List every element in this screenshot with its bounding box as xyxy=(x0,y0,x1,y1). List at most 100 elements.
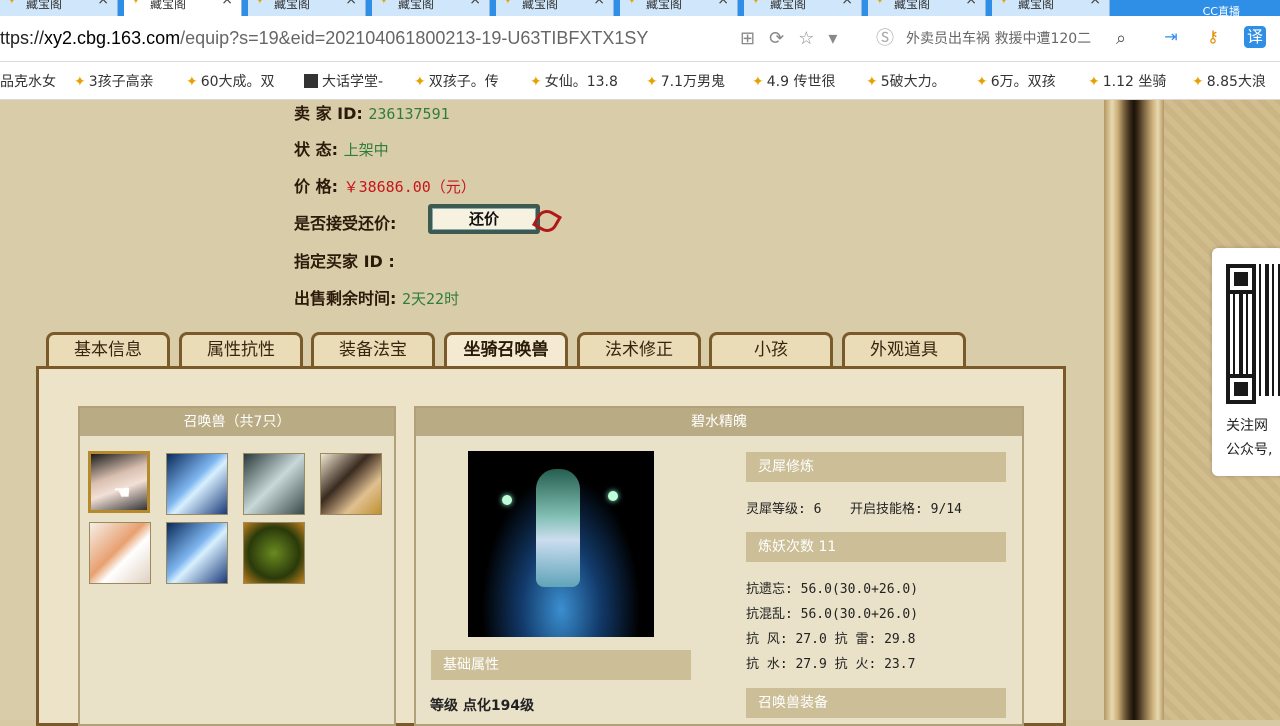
favicon-icon: ✦ xyxy=(74,74,86,90)
favicon-icon: ✦ xyxy=(646,74,658,90)
seller-row: 卖 家 ID: 236137591 xyxy=(294,104,450,123)
favicon-icon: ✦ xyxy=(1192,74,1204,90)
favicon-icon: ✦ xyxy=(378,0,390,8)
pet-thumbnail[interactable] xyxy=(166,453,228,515)
content-area: 卖 家 ID: 236137591 状 态: 上架中 价 格: ￥38686.0… xyxy=(0,100,1106,726)
pet-thumbnail[interactable]: ☚ xyxy=(88,451,150,513)
browser-tab[interactable]: ✦ 藏宝阁 × xyxy=(248,0,366,16)
tab-children[interactable]: 小孩 xyxy=(709,332,833,366)
grid-icon[interactable]: ⊞ xyxy=(740,28,755,49)
status-row: 状 态: 上架中 xyxy=(294,140,389,159)
close-tab-icon[interactable]: × xyxy=(469,0,481,7)
page: 卖 家 ID: 236137591 状 态: 上架中 价 格: ￥38686.0… xyxy=(0,100,1280,726)
favicon-icon: ✦ xyxy=(998,0,1010,8)
close-tab-icon[interactable]: × xyxy=(1089,0,1101,7)
refine-section-title: 炼妖次数 11 xyxy=(746,532,1006,562)
browser-tab-active[interactable]: ✦ 藏宝阁 × xyxy=(124,0,242,16)
browser-tab[interactable]: ✦ 藏宝阁 × xyxy=(496,0,614,16)
bookmark-item[interactable]: ✦ 4.9 传世很 xyxy=(752,71,835,91)
qr-code xyxy=(1226,264,1280,404)
favicon-icon: ✦ xyxy=(130,0,142,8)
counter-offer-button[interactable]: 还价 xyxy=(428,204,540,234)
pet-equipment-title: 召唤兽装备 xyxy=(746,688,1006,718)
browser-tab[interactable]: ✦ 藏宝阁 × xyxy=(620,0,738,16)
bookmark-item[interactable]: 大话学堂- xyxy=(304,71,383,91)
browser-tab[interactable]: ✦ 藏宝阁 × xyxy=(868,0,986,16)
lingxi-section-title: 灵犀修炼 xyxy=(746,452,1006,482)
corner-label: CC直播 xyxy=(1110,0,1280,16)
bookmark-item[interactable]: ✦ 女仙。13.8 xyxy=(530,71,618,91)
refresh-icon[interactable]: ⟳ xyxy=(769,28,784,49)
search-input[interactable]: Ⓢ 外卖员出车祸 救援中遭120二 xyxy=(870,25,1140,53)
favicon-icon: ✦ xyxy=(866,74,878,90)
favicon-icon: ✦ xyxy=(750,0,762,8)
bookmarks-bar: 品克水女 ✦ 3孩子高亲 ✦ 60大成。双 大话学堂- ✦ 双孩子。传 ✦ 女仙。13.… xyxy=(0,62,1280,100)
bookmark-item[interactable]: ✦ 60大成。双 xyxy=(186,71,275,91)
chevron-down-icon[interactable]: ▾ xyxy=(828,28,837,49)
close-tab-icon[interactable]: × xyxy=(965,0,977,7)
bookmark-item[interactable]: ✦ 5破大力。 xyxy=(866,71,946,91)
browser-tab[interactable]: ✦ 藏宝阁 × xyxy=(744,0,862,16)
pet-thumbnail[interactable] xyxy=(89,522,151,584)
pets-list-title: 召唤兽（共7只） xyxy=(80,408,394,436)
bookmark-item[interactable]: ✦ 6万。双孩 xyxy=(976,71,1056,91)
site-icon xyxy=(304,74,318,88)
favicon-icon: ✦ xyxy=(530,74,542,90)
stat-line: 抗遗忘: 56.0(30.0+26.0) xyxy=(746,582,919,597)
pet-thumbnail[interactable] xyxy=(243,453,305,515)
bookmark-item[interactable]: ✦ 1.12 坐骑 xyxy=(1088,71,1166,91)
bookmark-item[interactable]: ✦ 3孩子高亲 xyxy=(74,71,154,91)
pet-level: 等级 点化194级 xyxy=(430,698,535,714)
address-icons: ⊞ ⟳ ☆ ▾ xyxy=(740,28,837,49)
close-tab-icon[interactable]: × xyxy=(345,0,357,7)
lingxi-level: 灵犀等级: 6 xyxy=(746,502,822,517)
basic-attrs-title: 基础属性 xyxy=(431,650,691,680)
counter-offer-row: 是否接受还价: xyxy=(294,214,397,233)
tab-basic-info[interactable]: 基本信息 xyxy=(46,332,170,366)
search-engine-icon: Ⓢ xyxy=(876,28,894,49)
favicon-icon: ✦ xyxy=(626,0,638,8)
close-tab-icon[interactable]: × xyxy=(221,0,233,7)
browser-tab[interactable]: ✦ 藏宝阁 × xyxy=(992,0,1110,16)
url-field[interactable]: ttps://xy2.cbg.163.com/equip?s=19&eid=20… xyxy=(0,28,648,49)
pet-name-title: 碧水精魄 xyxy=(416,408,1022,436)
browser-tab[interactable]: ✦ 藏宝阁 × xyxy=(372,0,490,16)
close-tab-icon[interactable]: × xyxy=(97,0,109,7)
tab-appearance[interactable]: 外观道具 xyxy=(842,332,966,366)
favicon-icon: ✦ xyxy=(502,0,514,8)
close-tab-icon[interactable]: × xyxy=(841,0,853,7)
key-icon[interactable]: ⚷ xyxy=(1202,26,1224,48)
qr-caption: 关注网 公众号, xyxy=(1226,418,1273,458)
bookmark-item[interactable]: 品克水女 xyxy=(0,71,56,91)
favicon-icon: ✦ xyxy=(752,74,764,90)
extension-icon[interactable]: 译 xyxy=(1244,26,1266,48)
favicon-icon: ✦ xyxy=(6,0,18,8)
favicon-icon: ✦ xyxy=(186,74,198,90)
favicon-icon: ✦ xyxy=(414,74,426,90)
tab-attributes[interactable]: 属性抗性 xyxy=(179,332,303,366)
search-icon[interactable]: ⌕ xyxy=(1116,28,1126,49)
time-left-row: 出售剩余时间: 2天22时 xyxy=(294,289,460,308)
pet-thumbnail[interactable] xyxy=(320,453,382,515)
bookmark-item[interactable]: ✦ 7.1万男鬼 xyxy=(646,71,725,91)
browser-tab[interactable]: ✦ 藏宝阁 × xyxy=(0,0,118,16)
star-icon[interactable]: ☆ xyxy=(798,28,814,49)
stat-line: 抗混乱: 56.0(30.0+26.0) xyxy=(746,607,919,622)
close-tab-icon[interactable]: × xyxy=(593,0,605,7)
favicon-icon: ✦ xyxy=(874,0,886,8)
qr-card: 关注网 公众号, xyxy=(1212,248,1280,476)
address-bar: ttps://xy2.cbg.163.com/equip?s=19&eid=20… xyxy=(0,16,1280,62)
tab-mounts-pets[interactable]: 坐骑召唤兽 xyxy=(444,332,568,366)
pet-portrait xyxy=(468,451,654,637)
favicon-icon: ✦ xyxy=(1088,74,1100,90)
hand-cursor-icon: ☚ xyxy=(113,480,131,504)
tab-equipment[interactable]: 装备法宝 xyxy=(311,332,435,366)
pet-thumbnail[interactable] xyxy=(166,522,228,584)
pet-thumbnail[interactable] xyxy=(243,522,305,584)
close-tab-icon[interactable]: × xyxy=(717,0,729,7)
tab-spell-mods[interactable]: 法术修正 xyxy=(577,332,701,366)
login-icon[interactable]: ⇥ xyxy=(1160,26,1182,48)
bookmark-item[interactable]: ✦ 8.85大浪 xyxy=(1192,71,1266,91)
bookmark-item[interactable]: ✦ 双孩子。传 xyxy=(414,71,499,91)
frame-border xyxy=(1104,100,1164,720)
